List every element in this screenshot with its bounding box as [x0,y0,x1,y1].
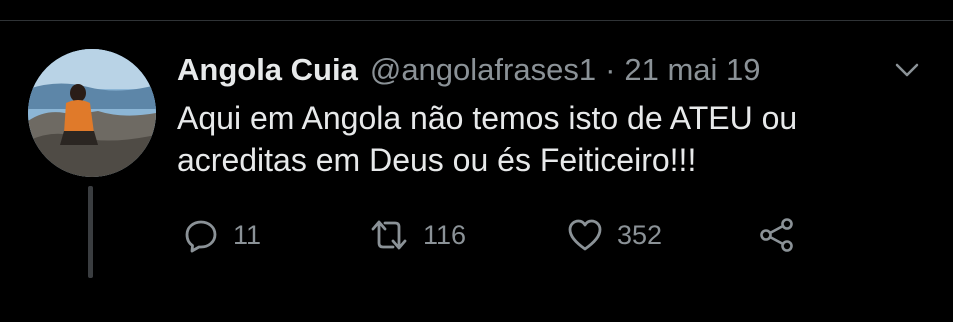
more-menu-button[interactable] [892,58,922,82]
author-name[interactable]: Angola Cuia [177,50,358,90]
author-handle[interactable]: @angolafrases1 [370,50,596,90]
tweet-text-line: Aqui em Angola não temos isto de ATEU ou [177,100,798,136]
avatar-image [28,49,156,177]
avatar[interactable] [28,49,156,177]
tweet-date[interactable]: 21 mai 19 [624,50,760,90]
reply-count: 11 [233,219,262,250]
tweet-text: Aqui em Angola não temos isto de ATEU ou… [177,97,917,181]
retweet-icon [371,220,407,250]
tweet-text-line: acreditas em Deus ou és Feiticeiro!!! [177,142,697,178]
share-icon [760,218,793,252]
retweet-button[interactable]: 116 [369,215,466,255]
heart-icon [568,219,602,251]
reply-icon [185,220,217,253]
tweet-header: Angola Cuia @angolafrases1 · 21 mai 19 [177,50,761,90]
chevron-down-icon [895,63,919,77]
thread-line [88,186,93,278]
action-bar: 11 116 352 [183,215,823,255]
separator-dot: · [605,52,616,87]
retweet-count: 116 [423,219,467,250]
reply-button[interactable]: 11 [183,215,261,255]
like-button[interactable]: 352 [567,215,662,255]
share-button[interactable] [757,215,797,255]
like-count: 352 [617,219,663,250]
top-divider [0,20,953,21]
